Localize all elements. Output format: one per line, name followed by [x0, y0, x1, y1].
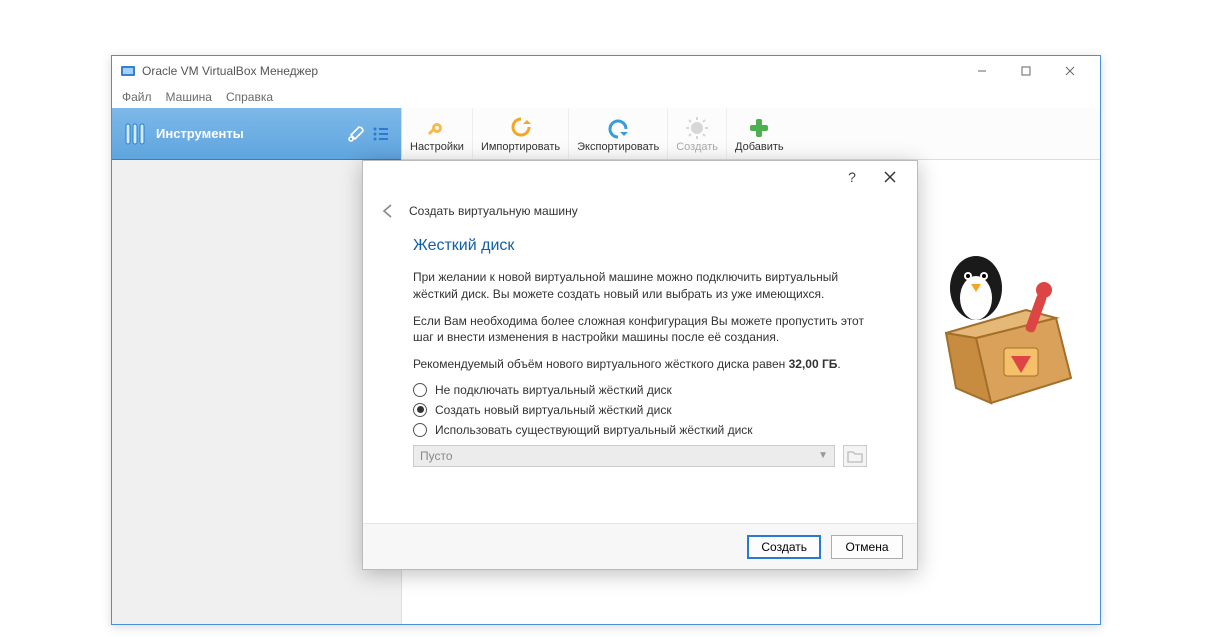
dialog-paragraph-3: Рекомендуемый объём нового виртуального …	[413, 356, 867, 373]
window-title: Oracle VM VirtualBox Менеджер	[142, 64, 960, 78]
radio-icon	[413, 423, 427, 437]
existing-disk-combo[interactable]: Пусто ▼	[413, 445, 835, 467]
dialog-paragraph-2: Если Вам необходима более сложная конфиг…	[413, 313, 867, 347]
menu-help[interactable]: Справка	[226, 90, 273, 104]
dialog-heading: Жесткий диск	[413, 237, 867, 255]
create-vm-dialog: ? Создать виртуальную машину Жесткий дис…	[362, 160, 918, 570]
chevron-down-icon: ▼	[818, 450, 828, 461]
radio-create-disk[interactable]: Создать новый виртуальный жёсткий диск	[413, 403, 867, 417]
disk-radio-group: Не подключать виртуальный жёсткий диск С…	[413, 383, 867, 467]
toolbar-settings[interactable]: Настройки	[402, 108, 473, 159]
sidebar-tools-item[interactable]: Инструменты	[112, 108, 401, 160]
dialog-nav-title: Создать виртуальную машину	[409, 204, 578, 218]
dialog-footer: Создать Отмена	[363, 523, 917, 569]
tools-icon	[122, 121, 148, 147]
toolbar-import[interactable]: Импортировать	[473, 108, 569, 159]
toolbar-create[interactable]: Создать	[668, 108, 727, 159]
app-icon	[120, 63, 136, 79]
dialog-nav: Создать виртуальную машину	[363, 193, 917, 229]
radio-existing-disk[interactable]: Использовать существующий виртуальный жё…	[413, 423, 867, 437]
close-button[interactable]	[1048, 57, 1092, 85]
dialog-titlebar: ?	[363, 161, 917, 193]
recommended-size: 32,00 ГБ	[789, 357, 838, 371]
browse-disk-button[interactable]	[843, 445, 867, 467]
radio-no-disk[interactable]: Не подключать виртуальный жёсткий диск	[413, 383, 867, 397]
menu-file[interactable]: Файл	[122, 90, 152, 104]
minimize-button[interactable]	[960, 57, 1004, 85]
toolbar: Настройки Импортировать Экспортировать	[402, 108, 1100, 160]
dialog-close-button[interactable]	[871, 164, 909, 190]
existing-disk-row: Пусто ▼	[413, 445, 867, 467]
menu-machine[interactable]: Машина	[166, 90, 212, 104]
sun-icon	[685, 115, 709, 141]
dialog-help-button[interactable]: ?	[833, 164, 871, 190]
dialog-paragraph-1: При желании к новой виртуальной машине м…	[413, 269, 867, 303]
gear-icon	[425, 115, 449, 141]
sidebar-tools-label: Инструменты	[156, 126, 244, 141]
menubar: Файл Машина Справка	[112, 86, 1100, 108]
plus-icon	[747, 115, 771, 141]
list-icon[interactable]	[371, 124, 391, 144]
wrench-icon[interactable]	[345, 123, 367, 145]
dialog-body: Жесткий диск При желании к новой виртуал…	[363, 229, 917, 523]
export-icon	[606, 115, 630, 141]
toolbar-add[interactable]: Добавить	[727, 108, 792, 159]
mascot-image	[916, 238, 1076, 418]
radio-icon	[413, 403, 427, 417]
titlebar: Oracle VM VirtualBox Менеджер	[112, 56, 1100, 86]
radio-icon	[413, 383, 427, 397]
cancel-button[interactable]: Отмена	[831, 535, 903, 559]
back-arrow-icon[interactable]	[379, 202, 397, 220]
create-button[interactable]: Создать	[747, 535, 821, 559]
window-controls	[960, 57, 1092, 85]
sidebar: Инструменты	[112, 108, 402, 624]
maximize-button[interactable]	[1004, 57, 1048, 85]
import-icon	[509, 115, 533, 141]
toolbar-export[interactable]: Экспортировать	[569, 108, 668, 159]
